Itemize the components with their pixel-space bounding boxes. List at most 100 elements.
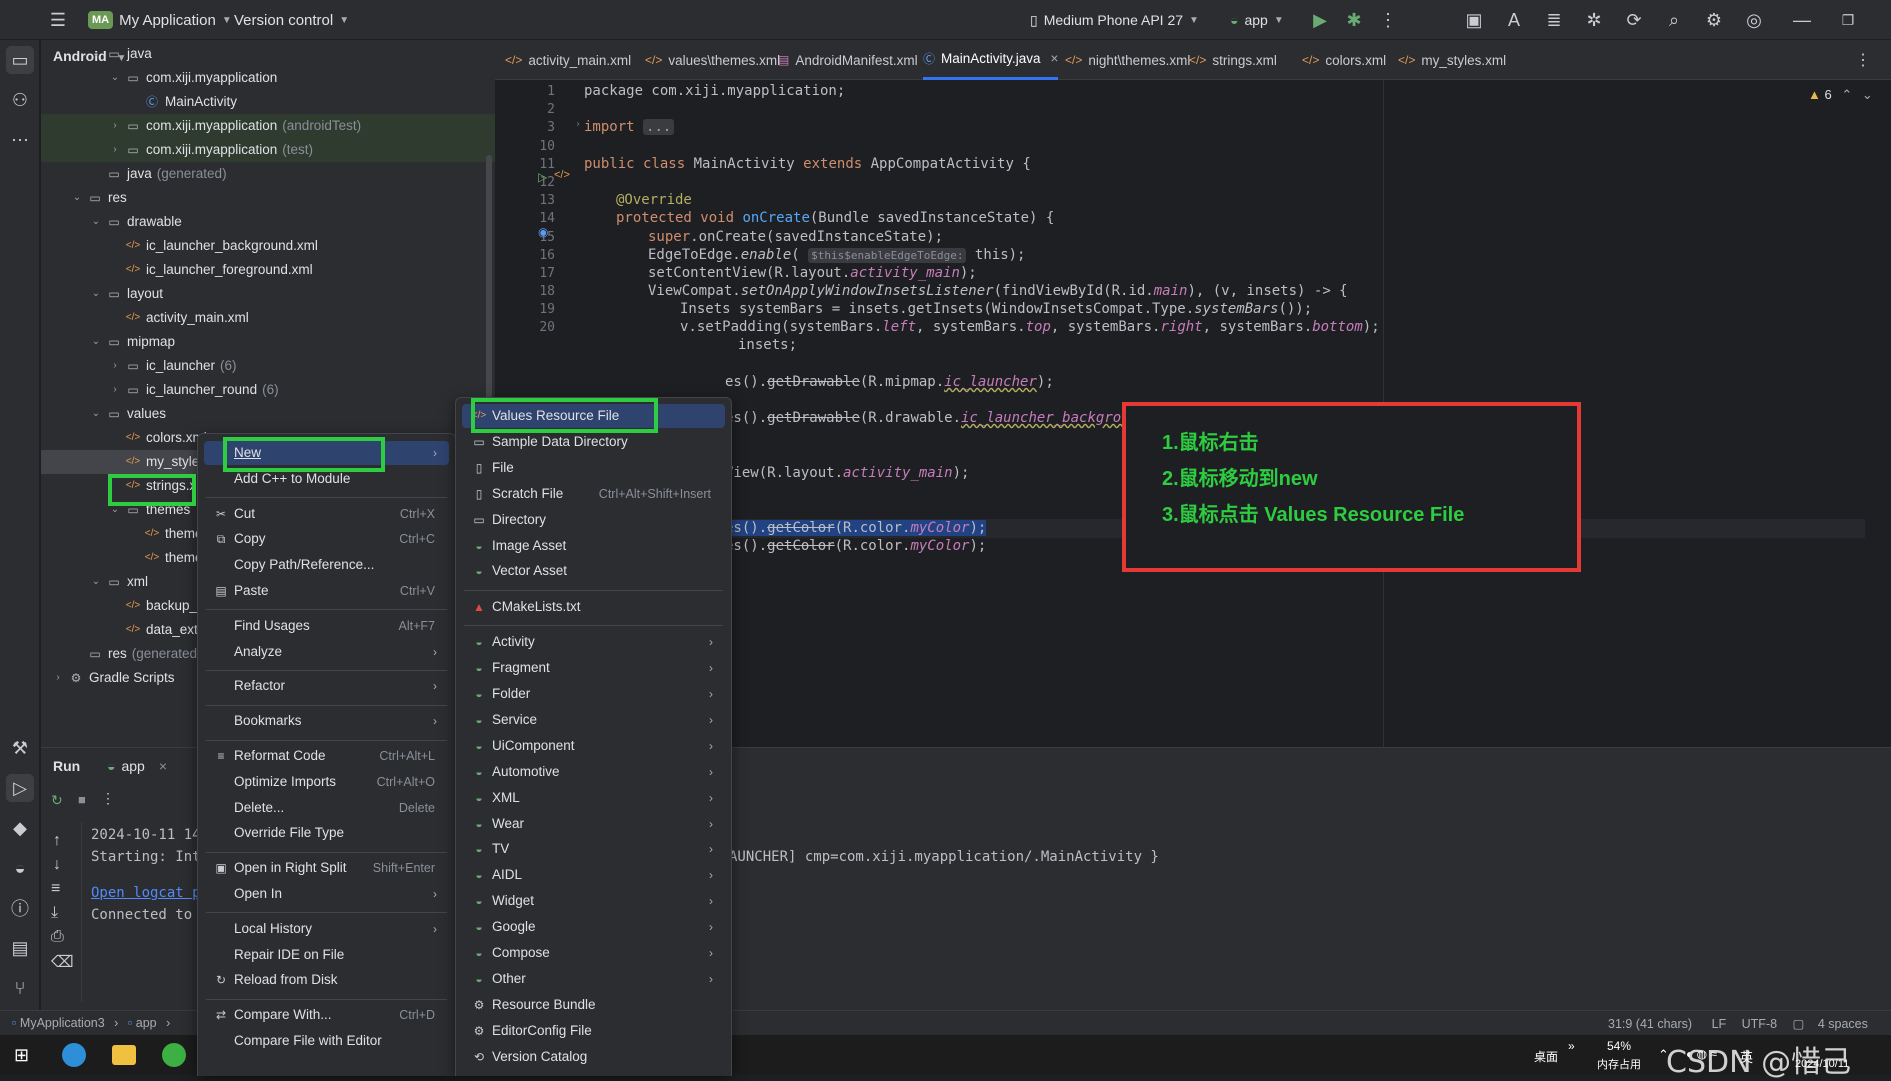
project-selector[interactable]: MA My Application ▼ bbox=[88, 0, 232, 40]
menu-item-paste[interactable]: ▤ Paste Ctrl+V bbox=[204, 579, 449, 603]
logcat-link[interactable]: Open logcat pa bbox=[91, 885, 209, 901]
tree-item[interactable]: </> activity_main.xml bbox=[41, 306, 495, 330]
project-icon[interactable]: ▭ bbox=[6, 46, 34, 74]
restore-icon[interactable]: ❐ bbox=[1836, 8, 1860, 32]
tree-item[interactable]: ▭ java (generated) bbox=[41, 162, 495, 186]
terminal-icon[interactable]: ▤ bbox=[6, 934, 34, 962]
git-icon[interactable]: ⑂ bbox=[6, 974, 34, 1002]
tree-item[interactable]: ⌄ ▭ layout bbox=[41, 282, 495, 306]
menu-item-version-catalog[interactable]: ⟲ Version Catalog bbox=[462, 1045, 725, 1069]
tree-item[interactable]: Ⓒ MainActivity bbox=[41, 90, 495, 114]
menu-item-compare-with[interactable]: ⇄ Compare With... Ctrl+D bbox=[204, 1003, 449, 1027]
chevron-right-icon[interactable]: » bbox=[1568, 1039, 1575, 1053]
override-gutter-icon[interactable]: ◉ bbox=[538, 225, 548, 239]
menu-item-copy[interactable]: ⧉ Copy Ctrl+C bbox=[204, 527, 449, 551]
cursor-position[interactable]: 31:9 (41 chars) bbox=[1608, 1017, 1692, 1031]
edge-browser-icon[interactable] bbox=[62, 1043, 86, 1067]
chevron-right-icon[interactable]: › bbox=[108, 114, 122, 138]
menu-item-automotive[interactable]: ◒ Automotive › bbox=[462, 760, 725, 784]
rerun-icon[interactable]: ↻ bbox=[51, 792, 63, 809]
tree-item[interactable]: </> ic_launcher_foreground.xml bbox=[41, 258, 495, 282]
menu-item-tv[interactable]: ◒ TV › bbox=[462, 837, 725, 861]
breadcrumb-item[interactable]: app bbox=[136, 1016, 157, 1030]
menu-item-repair-ide-on-file[interactable]: Repair IDE on File bbox=[204, 943, 449, 967]
tab-2[interactable]: ▤ AndroidManifest.xml bbox=[778, 40, 918, 80]
run-tab-app[interactable]: ◒ app × bbox=[107, 748, 167, 784]
menu-item-wear[interactable]: ◒ Wear › bbox=[462, 812, 725, 836]
android-icon[interactable]: ◒ bbox=[6, 854, 34, 882]
menu-item-analyze[interactable]: Analyze › bbox=[204, 640, 449, 664]
menu-item-refactor[interactable]: Refactor › bbox=[204, 674, 449, 698]
chevron-right-icon[interactable]: › bbox=[108, 138, 122, 162]
tab-5[interactable]: </> strings.xml bbox=[1189, 40, 1277, 80]
breadcrumb[interactable]: ▫ MyApplication3 › ▫ app › bbox=[12, 1016, 176, 1030]
run-config-selector[interactable]: ◒ app ▼ bbox=[1230, 0, 1284, 40]
menu-item-google[interactable]: ◒ Google › bbox=[462, 915, 725, 939]
readonly-icon[interactable]: ▢ bbox=[1793, 1017, 1805, 1031]
tab-4[interactable]: </> night\themes.xml bbox=[1065, 40, 1190, 80]
tree-item[interactable]: ⌄ ▭ java bbox=[41, 42, 495, 66]
menu-item-compare-file-with-editor[interactable]: Compare File with Editor bbox=[204, 1029, 449, 1053]
tree-item[interactable]: ⌄ ▭ mipmap bbox=[41, 330, 495, 354]
line-ending[interactable]: LF bbox=[1712, 1017, 1727, 1031]
main-menu-icon[interactable]: ☰ bbox=[46, 8, 70, 32]
trash-icon[interactable]: ⌫ bbox=[51, 952, 74, 972]
chevron-right-icon[interactable]: › bbox=[51, 666, 65, 690]
desktop-label[interactable]: 桌面 bbox=[1534, 1048, 1558, 1065]
soft-wrap-icon[interactable]: ≡ bbox=[51, 880, 60, 898]
menu-item-uicomponent[interactable]: ◒ UiComponent › bbox=[462, 734, 725, 758]
chevron-down-icon[interactable]: ⌄ bbox=[89, 330, 103, 354]
menu-item-vector-asset[interactable]: ◒ Vector Asset bbox=[462, 559, 725, 583]
tree-item[interactable]: ⌄ ▭ drawable bbox=[41, 210, 495, 234]
chevron-down-icon[interactable]: ⌄ bbox=[89, 570, 103, 594]
chevron-down-icon[interactable]: ⌄ bbox=[89, 42, 103, 66]
menu-item-xml[interactable]: ◒ XML › bbox=[462, 786, 725, 810]
gear-icon[interactable]: ⚙ bbox=[1702, 8, 1726, 32]
menu-item-open-in-right-split[interactable]: ▣ Open in Right Split Shift+Enter bbox=[204, 856, 449, 880]
stop-icon[interactable]: ■ bbox=[78, 792, 86, 807]
build-icon[interactable]: ⚒ bbox=[6, 734, 34, 762]
tab-6[interactable]: </> colors.xml bbox=[1302, 40, 1386, 80]
run-icon[interactable]: ▶ bbox=[1308, 8, 1332, 32]
version-control-menu[interactable]: Version control ▼ bbox=[234, 0, 349, 40]
tree-item[interactable]: ⌄ ▭ com.xiji.myapplication bbox=[41, 66, 495, 90]
run-tool-icon[interactable]: ▷ bbox=[6, 774, 34, 802]
menu-item-service[interactable]: ◒ Service › bbox=[462, 708, 725, 732]
indent-setting[interactable]: 4 spaces bbox=[1818, 1017, 1868, 1031]
tree-item[interactable]: </> ic_launcher_background.xml bbox=[41, 234, 495, 258]
menu-item-fragment[interactable]: ◒ Fragment › bbox=[462, 656, 725, 680]
chevron-down-icon[interactable]: ⌄ bbox=[89, 282, 103, 306]
tree-item[interactable]: ⌄ ▭ res bbox=[41, 186, 495, 210]
logcat-icon[interactable]: ≣ bbox=[1542, 8, 1566, 32]
tab-7[interactable]: </> my_styles.xml bbox=[1398, 40, 1506, 80]
xml-link-icon[interactable]: </> bbox=[554, 169, 570, 181]
menu-item-file[interactable]: ▯ File bbox=[462, 456, 725, 480]
tree-item[interactable]: › ▭ com.xiji.myapplication (androidTest) bbox=[41, 114, 495, 138]
inspection-widget[interactable]: ▲ 6 ⌃ ⌄ bbox=[1808, 87, 1873, 103]
resource-manager-icon[interactable]: ⚇ bbox=[6, 86, 34, 114]
menu-item-override-file-type[interactable]: Override File Type bbox=[204, 821, 449, 845]
translate-icon[interactable]: A bbox=[1502, 8, 1526, 32]
run-gutter-icon[interactable]: ▷ bbox=[538, 170, 547, 184]
fold-arrow-icon[interactable]: › bbox=[575, 119, 581, 130]
more-icon[interactable]: ⋮ bbox=[101, 790, 115, 807]
account-icon[interactable]: ◎ bbox=[1742, 8, 1766, 32]
minimize-icon[interactable]: — bbox=[1790, 8, 1814, 32]
menu-item-cmakelists-txt[interactable]: ▲ CMakeLists.txt bbox=[462, 595, 725, 619]
menu-item-copy-path-reference[interactable]: Copy Path/Reference... bbox=[204, 553, 449, 577]
more-tabs-icon[interactable]: ⋮ bbox=[1855, 50, 1871, 70]
menu-item-sample-data-directory[interactable]: ▭ Sample Data Directory bbox=[462, 430, 725, 454]
chevron-down-icon[interactable]: ⌄ bbox=[70, 186, 84, 210]
tab-0[interactable]: </> activity_main.xml bbox=[505, 40, 631, 80]
file-explorer-icon[interactable] bbox=[112, 1045, 136, 1065]
menu-item-reformat-code[interactable]: ≡ Reformat Code Ctrl+Alt+L bbox=[204, 744, 449, 768]
more-icon[interactable]: ⋯ bbox=[6, 126, 34, 154]
menu-item-open-in[interactable]: Open In › bbox=[204, 882, 449, 906]
tree-item[interactable]: › ▭ ic_launcher (6) bbox=[41, 354, 495, 378]
menu-item-reload-from-disk[interactable]: ↻ Reload from Disk bbox=[204, 968, 449, 992]
app-icon[interactable] bbox=[162, 1043, 186, 1067]
close-icon[interactable]: × bbox=[159, 758, 167, 774]
chevron-down-icon[interactable]: ⌄ bbox=[89, 210, 103, 234]
menu-item-find-usages[interactable]: Find Usages Alt+F7 bbox=[204, 614, 449, 638]
menu-item-compose[interactable]: ◒ Compose › bbox=[462, 941, 725, 965]
